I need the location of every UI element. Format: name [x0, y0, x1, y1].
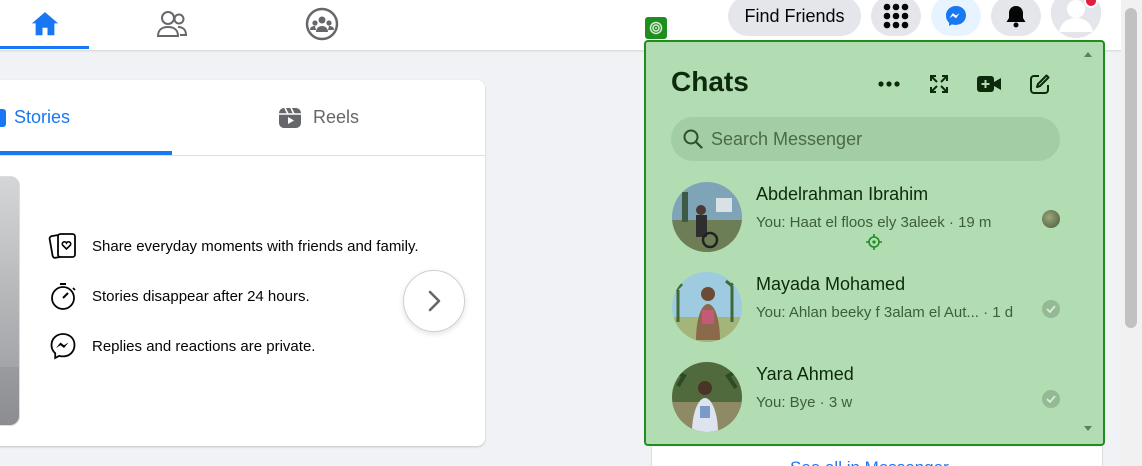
- info-row-share: Share everyday moments with friends and …: [48, 231, 419, 261]
- search-icon: [683, 129, 703, 149]
- new-message-button[interactable]: [1020, 66, 1060, 102]
- chat-contact-name: Mayada Mohamed: [756, 274, 906, 294]
- page-scrollbar[interactable]: [1121, 0, 1142, 466]
- info-text-private: Replies and reactions are private.: [92, 337, 316, 355]
- avatar: [672, 182, 742, 252]
- avatar: [672, 362, 742, 432]
- tab-stories[interactable]: Stories: [0, 80, 172, 155]
- chat-contact-name: Yara Ahmed: [756, 364, 854, 384]
- chevron-right-icon: [428, 290, 441, 312]
- info-row-disappear: Stories disappear after 24 hours.: [48, 281, 310, 311]
- messenger-icon: [946, 6, 966, 26]
- page-scrollbar-thumb[interactable]: [1125, 8, 1137, 328]
- home-icon: [31, 12, 58, 36]
- chat-contact-name: Abdelrahman Ibrahim: [756, 184, 929, 204]
- home-tab[interactable]: [0, 0, 89, 48]
- groups-icon: [305, 7, 339, 41]
- friends-tab[interactable]: [130, 0, 214, 48]
- compose-icon: [1030, 74, 1050, 94]
- crosshair-icon: [866, 234, 882, 250]
- info-text-disappear: Stories disappear after 24 hours.: [92, 287, 310, 305]
- chat-last-message: You: Haat el floos ely 3aleek · 19 m: [756, 214, 992, 231]
- search-messenger-box[interactable]: [671, 117, 1060, 161]
- next-story-button[interactable]: [403, 270, 465, 332]
- menu-button[interactable]: [871, 0, 921, 36]
- create-story-thumbnail[interactable]: [0, 176, 20, 426]
- tab-stories-label: Stories: [14, 107, 71, 127]
- bell-icon: [1006, 6, 1026, 28]
- story-thumbnail-image: [0, 177, 19, 367]
- chat-last-message: You: Ahlan beeky f 3alam el Aut... · 1 d: [756, 304, 1014, 321]
- tab-reels[interactable]: Reels: [277, 80, 359, 155]
- see-all-in-messenger-footer: See all in Messenger: [651, 447, 1103, 466]
- video-camera-icon: [977, 76, 1001, 92]
- delivered-check-icon: [1042, 390, 1060, 408]
- messenger-outline-icon: [50, 333, 76, 360]
- chat-last-message: You: Bye · 3 w: [756, 394, 853, 411]
- more-horizontal-icon: [878, 81, 900, 87]
- home-tab-active-indicator: [0, 46, 89, 49]
- target-marker-icon: [645, 17, 667, 39]
- notifications-button[interactable]: [991, 0, 1041, 36]
- search-messenger-input[interactable]: [711, 128, 1031, 150]
- scroll-down-arrow-icon[interactable]: [1084, 426, 1092, 431]
- photos-heart-icon: [48, 233, 76, 259]
- expand-icon: [930, 75, 948, 93]
- chat-item-mayada[interactable]: Mayada Mohamed You: Ahlan beeky f 3alam …: [660, 264, 1075, 350]
- delivered-check-icon: [1042, 300, 1060, 318]
- messenger-button[interactable]: [931, 0, 981, 36]
- chat-item-yara[interactable]: Yara Ahmed You: Bye · 3 w: [660, 354, 1075, 440]
- info-text-share: Share everyday moments with friends and …: [92, 237, 419, 255]
- chats-options-button[interactable]: [869, 66, 909, 102]
- see-all-in-messenger-link[interactable]: See all in Messenger: [790, 458, 949, 466]
- tabs-divider: [0, 155, 485, 156]
- groups-tab[interactable]: [280, 0, 364, 48]
- friends-icon: [156, 11, 188, 37]
- reels-icon: [279, 107, 301, 128]
- scroll-up-arrow-icon[interactable]: [1084, 52, 1092, 57]
- stories-card: Stories Reels Share everyday moments wit…: [0, 80, 485, 446]
- menu-grid-icon: [883, 3, 909, 29]
- new-room-button[interactable]: [969, 66, 1009, 102]
- find-friends-button[interactable]: Find Friends: [728, 0, 861, 36]
- stopwatch-icon: [51, 283, 76, 310]
- stories-icon: [0, 108, 6, 127]
- info-row-private: Replies and reactions are private.: [48, 331, 315, 361]
- seen-avatar-icon: [1042, 210, 1060, 228]
- chats-scrollbar[interactable]: [1080, 48, 1096, 440]
- avatar: [672, 272, 742, 342]
- tab-reels-label: Reels: [313, 107, 360, 127]
- chats-title: Chats: [671, 66, 749, 97]
- see-all-in-messenger-button[interactable]: [919, 66, 959, 102]
